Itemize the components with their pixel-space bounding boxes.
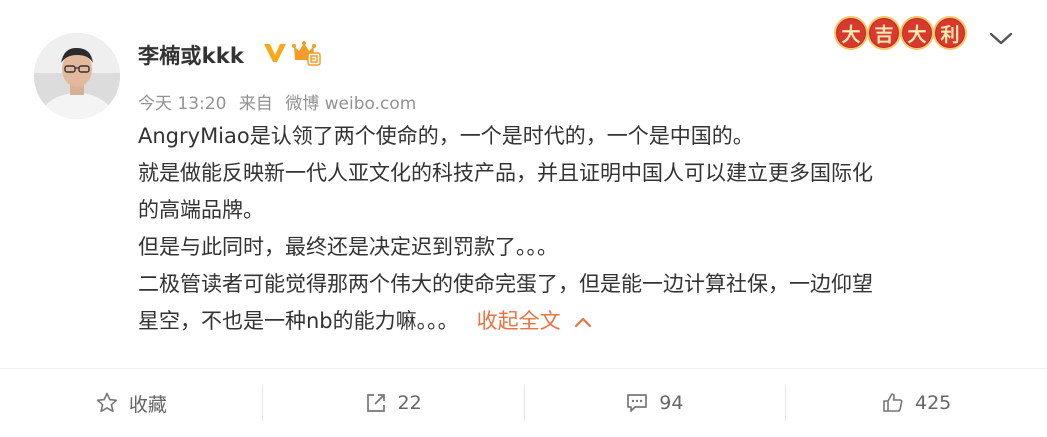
like-count: 425 [914,392,952,414]
repost-button[interactable]: 22 [261,369,524,437]
collapse-link[interactable]: 收起全文 [477,309,593,333]
comment-button[interactable]: 94 [523,369,786,437]
thumbs-up-icon [883,393,903,412]
badge-char: 大 [834,16,868,50]
collapse-label: 收起全文 [476,309,561,333]
content-line: 的高端品牌。 [138,198,264,222]
vip-icon[interactable] [263,42,287,68]
badge-char: 大 [900,16,934,50]
favorite-label: 收藏 [128,393,167,416]
action-bar: 收藏 22 94 425 [0,369,1047,437]
crown-icon[interactable] [291,40,321,70]
comment-count: 94 [659,392,684,414]
author-name[interactable]: 李楠或kkk [138,40,244,70]
repost-count: 22 [397,392,422,414]
share-icon [366,394,385,412]
post-source[interactable]: 微博 weibo.com [285,94,416,114]
post-time[interactable]: 今天 13:20 [138,94,226,114]
lucky-badge[interactable]: 大 吉 大 利 [834,16,967,50]
chevron-up-icon [574,317,591,328]
content-line: 二极管读者可能觉得那两个伟大的使命完蛋了，但是能一边计算社保，一边仰望 [138,272,873,296]
content-line: 星空，不也是一种nb的能力嘛。。。 [138,309,459,333]
content-line-last: 星空，不也是一种nb的能力嘛。。。 收起全文 [138,303,1018,340]
content-line: 但是与此同时，最终还是决定迟到罚款了。。。 [138,235,558,259]
source-prefix: 来自 [238,94,273,114]
chevron-down-icon[interactable] [988,30,1014,52]
post-meta: 今天 13:20 来自 微博 weibo.com [138,89,416,114]
badge-char: 吉 [867,16,901,50]
star-icon [96,392,118,413]
post-content: AngryMiao是认领了两个使命的，一个是时代的，一个是中国的。 就是做能反映… [138,118,1018,340]
favorite-button[interactable]: 收藏 [0,369,262,437]
comment-icon [627,394,648,412]
like-button[interactable]: 425 [785,369,1047,437]
content-line: 就是做能反映新一代人亚文化的科技产品，并且证明中国人可以建立更多国际化 [138,161,873,185]
badge-char: 利 [933,16,967,50]
avatar[interactable] [34,33,120,119]
content-line: AngryMiao是认领了两个使命的，一个是时代的，一个是中国的。 [138,124,754,148]
